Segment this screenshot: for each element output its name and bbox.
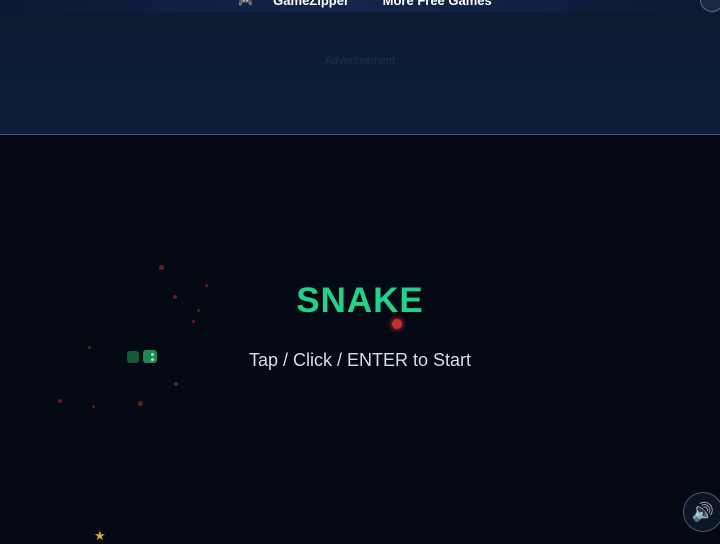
particle <box>58 399 62 403</box>
game-canvas[interactable] <box>0 135 720 540</box>
star-icon: ★ <box>94 528 106 543</box>
particle <box>88 346 91 349</box>
sound-toggle-button[interactable]: 🔊 <box>683 492 720 532</box>
game-title: SNAKE <box>296 281 424 320</box>
particle <box>174 382 178 386</box>
ad-banner: Advertisement <box>0 12 720 135</box>
particle <box>138 401 143 406</box>
top-nav-bar: 🎮 GameZipper More Free Games <box>0 0 720 12</box>
more-games-link[interactable]: More Free Games <box>383 0 492 8</box>
start-prompt: Tap / Click / ENTER to Start <box>248 350 472 370</box>
brand-label: GameZipper <box>273 0 350 8</box>
ad-label: Advertisement <box>324 55 396 67</box>
speaker-icon: 🔊 <box>691 502 715 522</box>
particle <box>159 265 164 270</box>
particle <box>92 405 95 408</box>
gamezipper-link[interactable]: 🎮 GameZipper <box>228 0 359 8</box>
top-nav-links: 🎮 GameZipper More Free Games <box>0 0 720 8</box>
gamepad-icon: 🎮 <box>238 0 254 8</box>
corner-menu-button[interactable] <box>700 0 720 12</box>
